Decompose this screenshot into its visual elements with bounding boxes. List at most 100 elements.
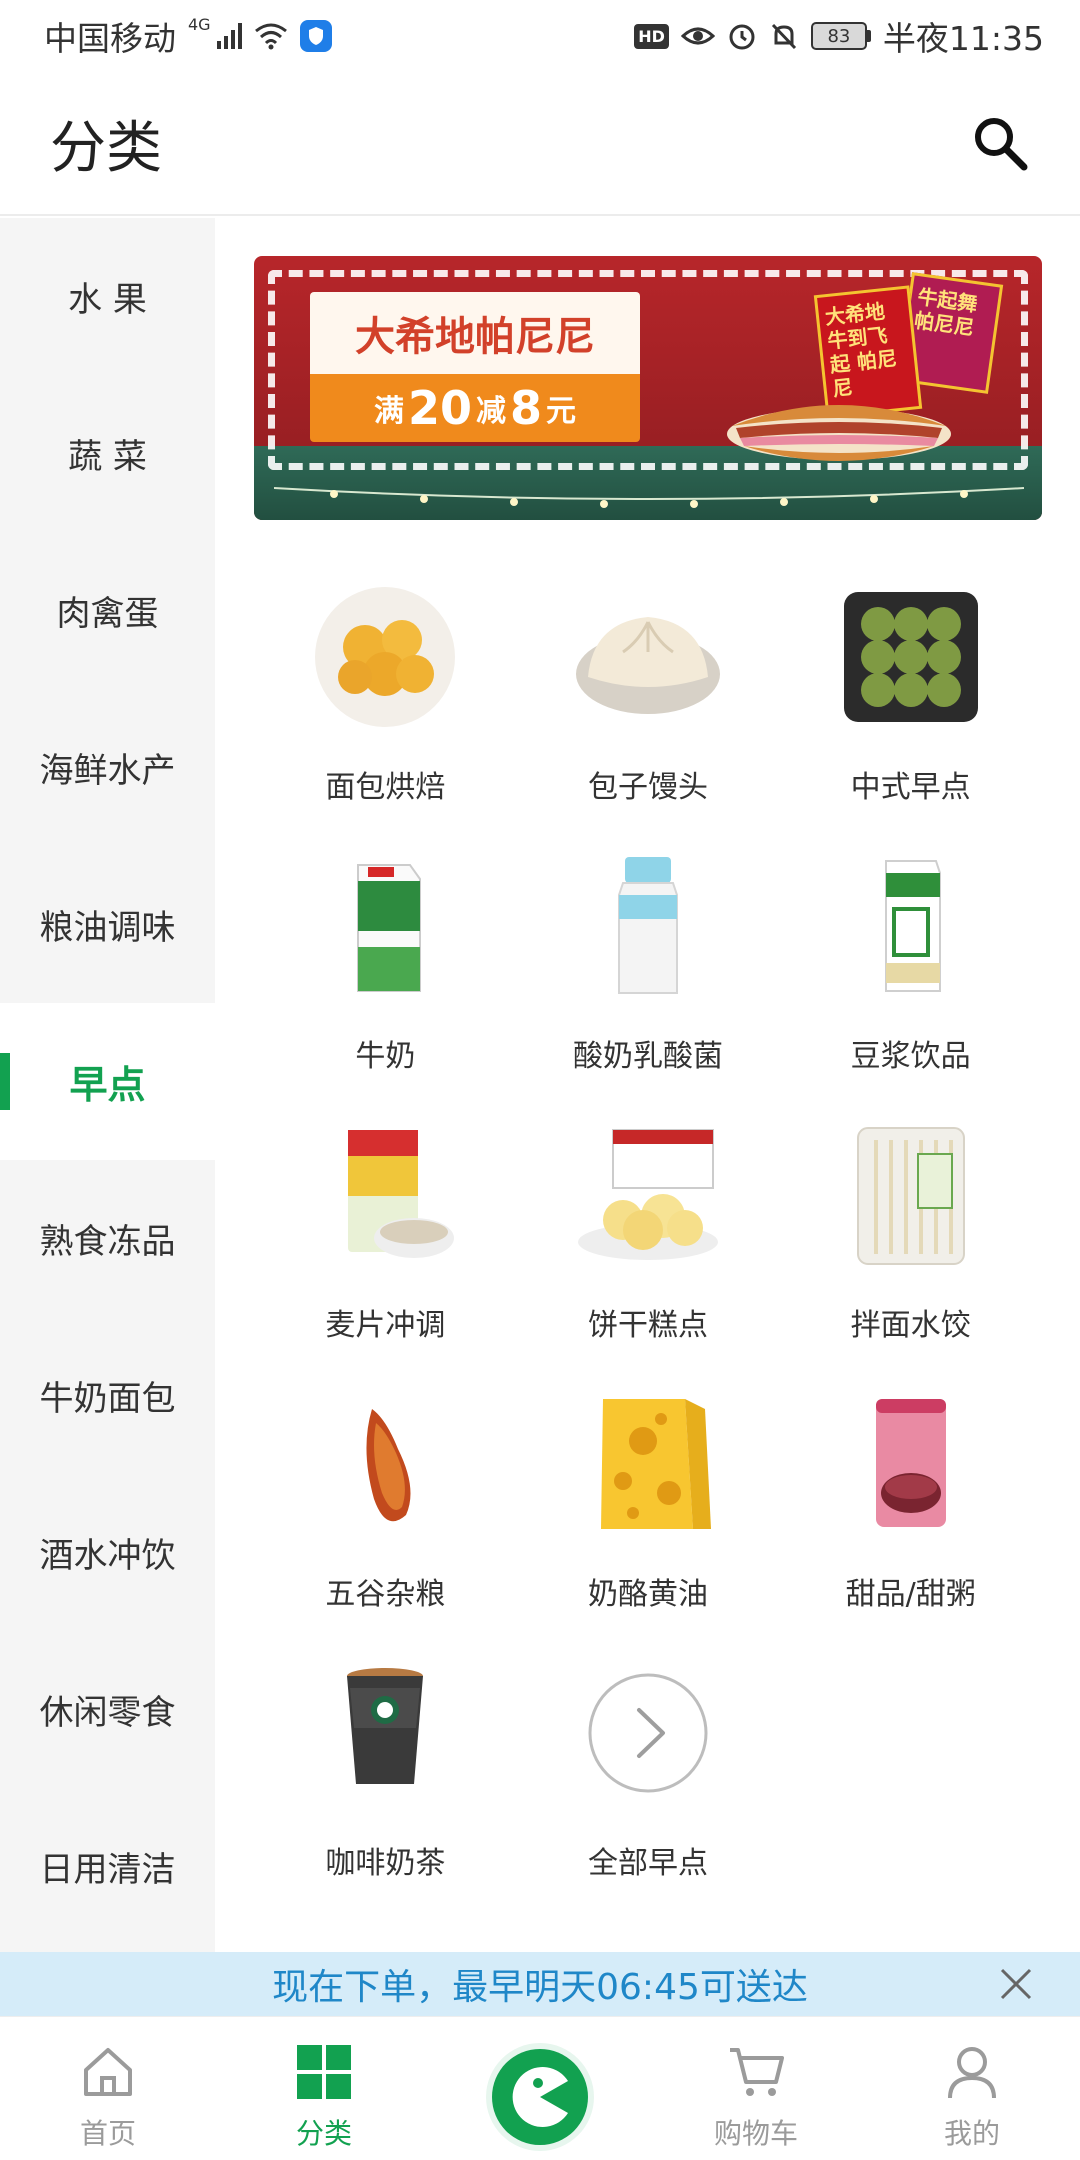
cake-icon: [573, 1120, 723, 1270]
sidebar-item-label: 休闲零食: [39, 1693, 176, 1733]
app-header: 分类: [0, 72, 1080, 216]
sidebar-item-breakfast[interactable]: 早点: [0, 1003, 215, 1160]
subcategory-grid: 面包烘焙 包子馒头 中式早点 牛奶 酸奶乳酸菌 豆浆饮品 麦片冲调 饼干糕点 拌…: [254, 566, 1042, 1911]
pacman-logo-icon: [492, 2048, 588, 2145]
subcategory-item[interactable]: 包子馒头: [517, 566, 780, 835]
bun-icon: [573, 582, 723, 732]
sidebar-item-label: 肉禽蛋: [56, 594, 159, 634]
sidebar-item-label: 水 果: [68, 280, 147, 320]
subcategory-item[interactable]: 甜品/甜粥: [779, 1373, 1042, 1642]
sidebar-item-label: 早点: [69, 1063, 146, 1107]
subcategory-item[interactable]: 牛奶: [254, 835, 517, 1104]
tab-category[interactable]: 分类: [216, 2017, 432, 2160]
security-shield-icon: [299, 20, 332, 52]
subcategory-item[interactable]: 面包烘焙: [254, 566, 517, 835]
battery-level: 83: [810, 22, 867, 50]
network-type: 4G: [188, 14, 211, 34]
notice-close-button[interactable]: [996, 1964, 1036, 2004]
sidebar-item-label: 日用清洁: [39, 1850, 176, 1890]
subcategory-item[interactable]: 五谷杂粮: [254, 1373, 517, 1642]
cart-icon: [724, 2040, 788, 2104]
tab-cart[interactable]: 购物车: [648, 2017, 864, 2160]
subcategory-label: 豆浆饮品: [850, 1039, 971, 1074]
sidebar-item-label: 酒水冲饮: [39, 1536, 176, 1576]
subcategory-item[interactable]: 咖啡奶茶: [254, 1642, 517, 1911]
subcategory-label: 甜品/甜粥: [845, 1577, 976, 1612]
sidebar-item-milk-bread[interactable]: 牛奶面包: [0, 1317, 215, 1474]
banner-title: 大希地帕尼尼: [310, 292, 640, 374]
page-title: 分类: [50, 115, 162, 181]
home-icon: [76, 2040, 140, 2104]
banner-lights: [274, 487, 1024, 508]
sidebar-item-label: 粮油调味: [39, 908, 176, 948]
subcategory-label: 拌面水饺: [850, 1308, 971, 1343]
milk-carton-icon: [310, 851, 460, 1001]
sidebar-item-label: 海鲜水产: [39, 751, 176, 791]
subcategory-item[interactable]: 饼干糕点: [517, 1104, 780, 1373]
chevron-right-circle-icon: [573, 1658, 723, 1808]
delivery-notice-bar[interactable]: 现在下单，最早明天06:45可送达: [0, 1952, 1080, 2016]
cheese-icon: [573, 1389, 723, 1539]
sidebar-item-fruit[interactable]: 水 果: [0, 218, 215, 375]
bread-icon: [310, 582, 460, 732]
sidebar-item-deli-frozen[interactable]: 熟食冻品: [0, 1160, 215, 1317]
sidebar-item-drinks[interactable]: 酒水冲饮: [0, 1474, 215, 1631]
soy-milk-icon: [836, 851, 986, 1001]
subcategory-label: 麦片冲调: [325, 1308, 446, 1343]
delivery-notice-text: 现在下单，最早明天06:45可送达: [272, 1967, 808, 2008]
sidebar-item-label: 牛奶面包: [39, 1379, 176, 1419]
status-left: 中国移动 4G: [44, 12, 332, 60]
tab-label: 分类: [295, 2117, 352, 2150]
tab-label: 首页: [79, 2117, 136, 2150]
subcategory-item[interactable]: 奶酪黄油: [517, 1373, 780, 1642]
alarm-icon: [729, 24, 755, 50]
coffee-cup-icon: [310, 1658, 460, 1808]
eye-comfort-icon: [680, 27, 715, 45]
tab-home[interactable]: 首页: [0, 2017, 216, 2160]
promo-banner[interactable]: 大希地帕尼尼 满 20 减 8 元 牛起舞 帕尼尼 大希地 牛到飞起 帕尼尼: [254, 256, 1042, 520]
tab-center[interactable]: [432, 2017, 648, 2160]
sandwich-image: [727, 405, 951, 461]
sidebar-item-vegetables[interactable]: 蔬 菜: [0, 375, 215, 532]
subcategory-label: 牛奶: [355, 1039, 416, 1074]
sidebar-item-label: 熟食冻品: [39, 1222, 176, 1262]
subcategory-label: 面包烘焙: [325, 770, 446, 805]
subcategory-label: 中式早点: [850, 770, 971, 805]
subcategory-item[interactable]: 拌面水饺: [779, 1104, 1042, 1373]
grid-icon: [292, 2040, 356, 2104]
banner-promo: 满 20 减 8 元: [310, 374, 640, 442]
sidebar-item-label: 蔬 菜: [68, 437, 147, 477]
subcategory-label: 咖啡奶茶: [325, 1846, 446, 1881]
close-icon: [1000, 1968, 1032, 2000]
subcategory-item[interactable]: 全部早点: [517, 1642, 780, 1911]
noodles-icon: [836, 1120, 986, 1270]
subcategory-item[interactable]: 中式早点: [779, 566, 1042, 835]
carrier-name: 中国移动: [44, 19, 176, 58]
category-sidebar: 水 果 蔬 菜 肉禽蛋 海鲜水产 粮油调味 早点 熟食冻品 牛奶面包 酒水冲饮 …: [0, 218, 215, 1985]
subcategory-label: 酸奶乳酸菌: [572, 1039, 723, 1074]
subcategory-label: 饼干糕点: [587, 1308, 708, 1343]
status-bar: 中国移动 4G HD 83 半夜11:35: [0, 0, 1080, 72]
clock: 半夜11:35: [882, 19, 1044, 58]
subcategory-label: 五谷杂粮: [325, 1577, 446, 1612]
hd-badge: HD: [634, 23, 669, 49]
subcategory-item[interactable]: 豆浆饮品: [779, 835, 1042, 1104]
subcategory-item[interactable]: 麦片冲调: [254, 1104, 517, 1373]
subcategory-label: 包子馒头: [587, 770, 708, 805]
tab-mine[interactable]: 我的: [864, 2017, 1080, 2160]
subcategory-label: 奶酪黄油: [587, 1577, 708, 1612]
sidebar-item-meat-poultry-eggs[interactable]: 肉禽蛋: [0, 532, 215, 689]
subcategory-label: 全部早点: [587, 1846, 708, 1881]
porridge-can-icon: [836, 1389, 986, 1539]
search-icon: [975, 118, 1028, 171]
search-button[interactable]: [970, 113, 1030, 173]
banner-promo-card: 大希地帕尼尼 满 20 减 8 元: [310, 292, 640, 442]
wifi-icon: [254, 23, 287, 50]
sidebar-item-seafood[interactable]: 海鲜水产: [0, 689, 215, 846]
sidebar-item-grain-oil[interactable]: 粮油调味: [0, 846, 215, 1003]
tab-label: 我的: [943, 2117, 1000, 2150]
bottom-tab-bar: 首页 分类 购物车 我的: [0, 2016, 1080, 2160]
sidebar-item-snacks[interactable]: 休闲零食: [0, 1631, 215, 1788]
sidebar-item-cleaning[interactable]: 日用清洁: [0, 1788, 215, 1945]
subcategory-item[interactable]: 酸奶乳酸菌: [517, 835, 780, 1104]
